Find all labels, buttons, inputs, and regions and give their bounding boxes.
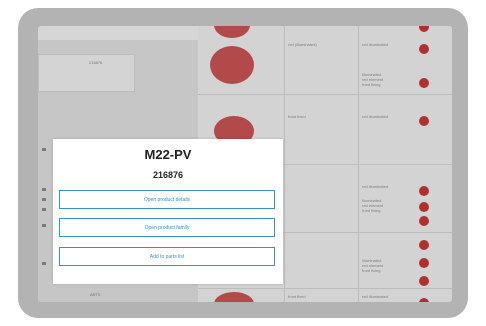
background-label: ARTS	[90, 292, 101, 297]
table-row-divider	[198, 288, 452, 289]
status-indicator-dot	[419, 78, 429, 88]
status-indicator-dot	[419, 186, 429, 196]
table-cell: red illuminated	[362, 184, 389, 189]
product-lamp-image	[214, 26, 250, 38]
table-cell: Illuminated red element front fixing	[362, 72, 384, 87]
table-cell: Illuminated red element front fixing	[362, 198, 384, 213]
background-marker	[42, 224, 46, 227]
background-field-value: 216876	[89, 60, 103, 65]
background-search-field: 216876	[38, 54, 135, 92]
article-number: 216876	[152, 170, 184, 180]
background-marker	[42, 198, 46, 201]
table-row-divider	[198, 94, 452, 95]
table-cell: red illuminated	[362, 114, 389, 119]
table-cell: Illuminated red element front fixing	[362, 258, 384, 273]
status-indicator-dot	[419, 240, 429, 250]
open-product-details-button[interactable]: Open product details	[59, 190, 275, 209]
status-indicator-dot	[419, 116, 429, 126]
status-indicator-dot	[419, 258, 429, 268]
product-context-dialog: M22-PV 216876 Open product details Open …	[53, 139, 283, 284]
status-indicator-dot	[419, 298, 429, 302]
open-product-family-button[interactable]: Open product family	[59, 218, 275, 237]
background-marker	[42, 188, 46, 191]
background-marker	[42, 262, 46, 265]
background-marker	[42, 208, 46, 211]
product-lamp-image	[214, 292, 254, 302]
status-indicator-dot	[419, 44, 429, 54]
product-title: M22-PV	[144, 147, 192, 162]
status-indicator-dot	[419, 276, 429, 286]
table-cell: red illuminated	[362, 294, 389, 299]
status-indicator-dot	[419, 202, 429, 212]
status-indicator-dot	[419, 216, 429, 226]
status-indicator-dot	[419, 26, 429, 32]
table-cell: front fixed	[288, 114, 306, 119]
add-to-parts-list-button[interactable]: Add to parts list	[59, 247, 275, 266]
table-cell: red (illuminated)	[288, 42, 317, 47]
table-cell: front fixed	[288, 294, 306, 299]
table-cell: red illuminated	[362, 42, 389, 47]
product-lamp-image	[210, 46, 254, 84]
background-marker	[42, 148, 46, 151]
